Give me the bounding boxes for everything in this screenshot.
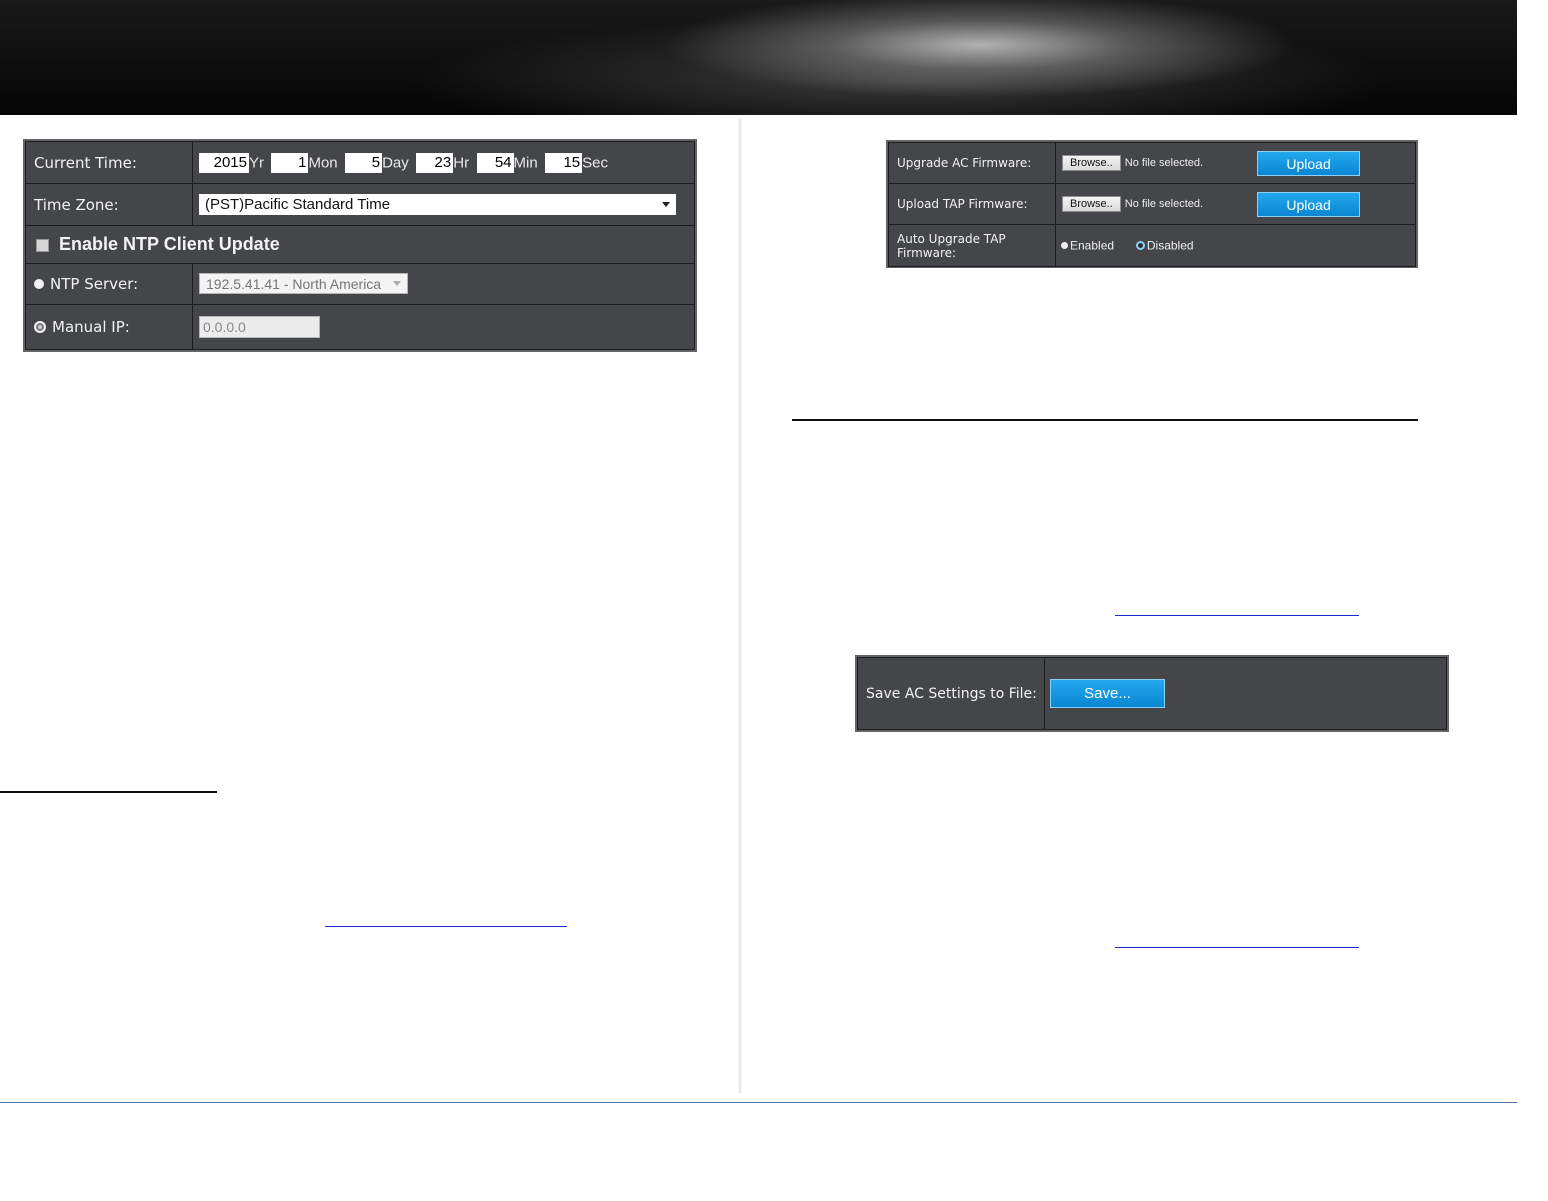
- hyperlink-underline[interactable]: [1115, 947, 1359, 948]
- chevron-down-icon: [393, 281, 401, 287]
- save-settings-panel: Save AC Settings to File: Save...: [855, 655, 1449, 732]
- time-zone-label: Time Zone:: [25, 183, 193, 226]
- day-unit: Day: [382, 154, 409, 171]
- auto-upgrade-enabled-radio[interactable]: [1061, 242, 1068, 250]
- browse-tap-button[interactable]: Browse..: [1062, 196, 1121, 212]
- time-zone-select[interactable]: (PST)Pacific Standard Time: [199, 194, 676, 215]
- hour-unit: Hr: [453, 154, 470, 171]
- auto-upgrade-disabled-radio[interactable]: [1135, 241, 1145, 251]
- upgrade-ac-firmware-label: Upgrade AC Firmware:: [888, 142, 1056, 184]
- ac-file-status: No file selected.: [1124, 157, 1204, 169]
- header-banner: [0, 0, 1517, 115]
- year-unit: Yr: [249, 154, 264, 171]
- time-zone-value: (PST)Pacific Standard Time: [205, 196, 391, 213]
- year-input[interactable]: 2015: [199, 152, 249, 173]
- manual-ip-input[interactable]: 0.0.0.0: [199, 315, 320, 338]
- time-settings-panel: Current Time: 2015 Yr 1 Mon 5 Day 23 Hr 54 Mi…: [23, 139, 697, 352]
- hyperlink-underline[interactable]: [325, 926, 567, 927]
- footer-rule: [0, 1102, 1517, 1103]
- manual-ip-label: Manual IP:: [52, 317, 130, 336]
- minute-input[interactable]: 54: [476, 152, 514, 173]
- second-input[interactable]: 15: [545, 152, 583, 173]
- auto-upgrade-label-line1: Auto Upgrade TAP: [897, 231, 1006, 246]
- hyperlink-underline[interactable]: [1115, 615, 1359, 616]
- save-settings-button[interactable]: Save...: [1050, 679, 1165, 708]
- minute-unit: Min: [513, 154, 538, 171]
- chevron-down-icon: [662, 202, 670, 207]
- upload-ac-button[interactable]: Upload: [1257, 150, 1361, 176]
- ntp-server-value: 192.5.41.41 - North America: [206, 275, 382, 292]
- current-time-label: Current Time:: [25, 141, 193, 184]
- ntp-enable-label: Enable NTP Client Update: [59, 233, 280, 254]
- auto-upgrade-label: Auto Upgrade TAP Firmware:: [888, 224, 1056, 267]
- ntp-server-select[interactable]: 192.5.41.41 - North America: [199, 273, 408, 295]
- enabled-label: Enabled: [1070, 238, 1115, 253]
- ntp-server-radio[interactable]: [34, 279, 44, 290]
- second-unit: Sec: [582, 154, 608, 171]
- section-rule-left: [0, 791, 217, 793]
- month-unit: Mon: [308, 154, 338, 171]
- section-rule-right: [792, 419, 1418, 421]
- month-input[interactable]: 1: [271, 152, 309, 173]
- ntp-server-label: NTP Server:: [50, 274, 139, 293]
- hour-input[interactable]: 23: [416, 152, 454, 173]
- save-settings-label: Save AC Settings to File:: [857, 657, 1045, 730]
- column-divider: [738, 118, 742, 1093]
- browse-ac-button[interactable]: Browse..: [1062, 155, 1121, 171]
- upload-tap-button[interactable]: Upload: [1257, 191, 1361, 217]
- upload-tap-firmware-label: Upload TAP Firmware:: [888, 183, 1056, 225]
- ntp-enable-checkbox[interactable]: [36, 238, 49, 252]
- auto-upgrade-label-line2: Firmware:: [897, 245, 957, 260]
- disabled-label: Disabled: [1146, 238, 1194, 253]
- day-input[interactable]: 5: [345, 152, 383, 173]
- firmware-panel: Upgrade AC Firmware: Browse.. No file sel…: [886, 140, 1418, 268]
- manual-ip-radio[interactable]: [34, 321, 46, 334]
- tap-file-status: No file selected.: [1124, 198, 1204, 210]
